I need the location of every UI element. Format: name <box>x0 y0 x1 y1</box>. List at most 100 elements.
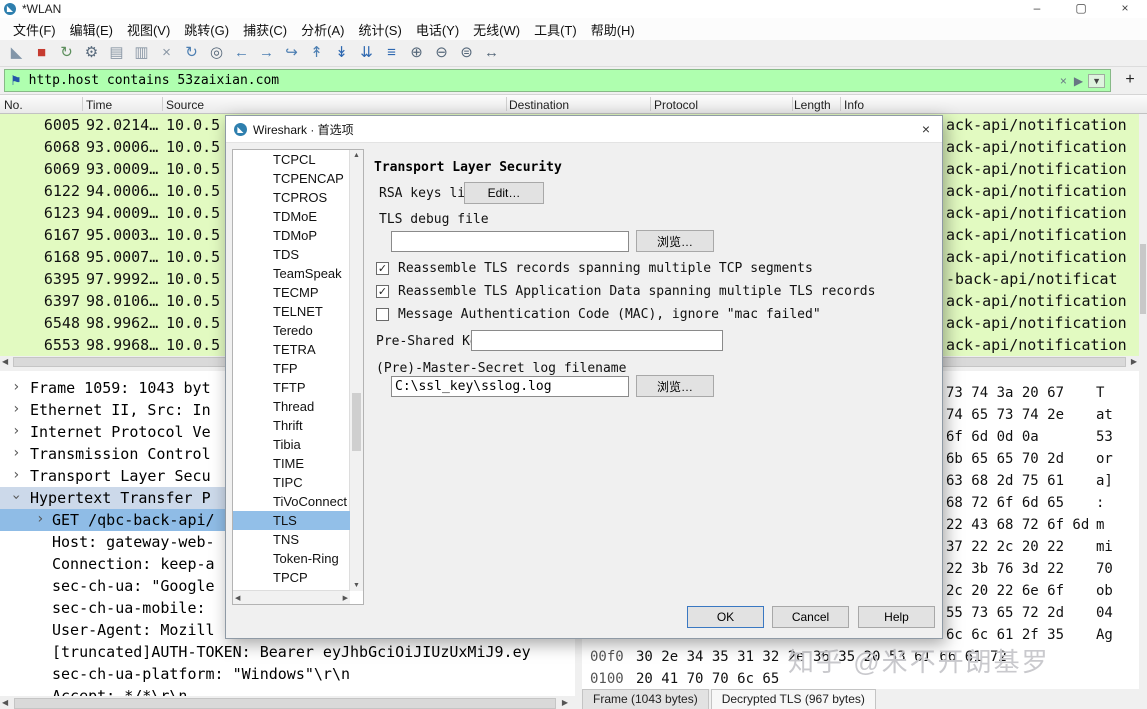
protocol-item-tdmoe[interactable]: TDMoE <box>233 207 350 226</box>
column-header-protocol[interactable]: Protocol <box>654 98 698 112</box>
help-button[interactable]: Help <box>858 606 935 628</box>
protocol-item-tipc[interactable]: TIPC <box>233 473 350 492</box>
filter-dropdown-icon[interactable]: ▼ <box>1088 73 1105 88</box>
scroll-right-icon[interactable]: ▶ <box>1131 356 1137 367</box>
expand-icon[interactable]: › <box>12 401 20 417</box>
restart-capture-icon[interactable]: ↻ <box>54 41 79 65</box>
display-filter-input[interactable]: ⚑ http.host contains 53zaixian.com × ▶ ▼ <box>4 69 1111 92</box>
protocol-item-tibia[interactable]: Tibia <box>233 435 350 454</box>
checkbox-checked[interactable]: ✓ <box>376 262 389 275</box>
close-file-icon[interactable]: × <box>154 41 179 65</box>
auto-scroll-icon[interactable]: ⇊ <box>354 41 379 65</box>
protocol-item-tpcp[interactable]: TPCP <box>233 568 350 587</box>
browse-debug-file-button[interactable]: 浏览… <box>636 230 714 252</box>
protocol-item-tcpros[interactable]: TCPROS <box>233 188 350 207</box>
cancel-button[interactable]: Cancel <box>772 606 849 628</box>
column-separator[interactable] <box>162 97 163 111</box>
dialog-close-icon[interactable]: × <box>910 121 942 137</box>
add-filter-button[interactable]: + <box>1117 70 1143 91</box>
protocol-item-thread[interactable]: Thread <box>233 397 350 416</box>
column-header-no[interactable]: No. <box>4 98 23 112</box>
expand-icon[interactable]: › <box>12 423 20 439</box>
column-header-source[interactable]: Source <box>166 98 204 112</box>
scrollbar-thumb[interactable] <box>14 698 556 709</box>
menu-item[interactable]: 分析(A) <box>294 18 351 41</box>
menu-item[interactable]: 统计(S) <box>351 18 408 41</box>
go-forward-icon[interactable]: → <box>254 41 279 65</box>
column-separator[interactable] <box>650 97 651 111</box>
save-file-icon[interactable]: ▥ <box>129 41 154 65</box>
expand-icon[interactable]: › <box>12 445 20 461</box>
column-header-length[interactable]: Length <box>794 98 831 112</box>
scrollbar-thumb[interactable] <box>352 392 361 451</box>
menu-item[interactable]: 无线(W) <box>466 18 527 41</box>
expand-icon[interactable]: › <box>36 511 44 527</box>
apply-filter-icon[interactable]: ▶ <box>1074 74 1083 88</box>
zoom-out-icon[interactable]: ⊖ <box>429 41 454 65</box>
menu-item[interactable]: 捕获(C) <box>236 18 294 41</box>
ok-button[interactable]: OK <box>687 606 764 628</box>
menu-item[interactable]: 文件(F) <box>6 18 63 41</box>
scroll-left-icon[interactable]: ◀ <box>235 594 240 602</box>
stop-capture-icon[interactable]: ■ <box>29 41 54 65</box>
edit-rsa-keys-button[interactable]: Edit… <box>464 182 544 204</box>
scroll-right-icon[interactable]: ▶ <box>343 594 348 602</box>
scroll-left-icon[interactable]: ◀ <box>2 356 8 367</box>
protocol-item-tcpcl[interactable]: TCPCL <box>233 150 350 169</box>
details-hscrollbar[interactable]: ◀ ▶ <box>0 696 570 709</box>
maximize-icon[interactable]: ▢ <box>1059 0 1103 18</box>
protocol-item-tfp[interactable]: TFP <box>233 359 350 378</box>
scroll-right-icon[interactable]: ▶ <box>562 697 568 708</box>
go-first-packet-icon[interactable]: ↟ <box>304 41 329 65</box>
protocol-list-hscrollbar[interactable]: ◀ ▶ <box>233 590 350 604</box>
minimize-icon[interactable]: – <box>1015 0 1059 18</box>
protocol-item-time[interactable]: TIME <box>233 454 350 473</box>
packet-list-vscrollbar[interactable] <box>1139 114 1147 356</box>
scroll-up-icon[interactable]: ▲ <box>353 152 360 159</box>
find-packet-icon[interactable]: ◎ <box>204 41 229 65</box>
menu-item[interactable]: 工具(T) <box>527 18 584 41</box>
protocol-item-tcpencap[interactable]: TCPENCAP <box>233 169 350 188</box>
protocol-item-tds[interactable]: TDS <box>233 245 350 264</box>
column-separator[interactable] <box>82 97 83 111</box>
browse-keylog-file-button[interactable]: 浏览… <box>636 375 714 397</box>
tls-debug-file-input[interactable] <box>391 231 629 252</box>
capture-options-icon[interactable]: ⚙ <box>79 41 104 65</box>
menu-item[interactable]: 视图(V) <box>120 18 177 41</box>
menu-item[interactable]: 编辑(E) <box>63 18 120 41</box>
column-header-destination[interactable]: Destination <box>509 98 569 112</box>
column-separator[interactable] <box>792 97 793 111</box>
collapse-icon[interactable]: › <box>8 493 24 501</box>
column-separator[interactable] <box>840 97 841 111</box>
protocol-item-tivoconnect[interactable]: TiVoConnect <box>233 492 350 511</box>
details-row[interactable]: sec-ch-ua-platform: "Windows"\r\n <box>0 663 575 685</box>
start-capture-icon[interactable]: ◣ <box>4 41 29 65</box>
protocol-list-vscrollbar[interactable]: ▲ ▼ <box>349 150 363 591</box>
expand-icon[interactable]: › <box>12 379 20 395</box>
zoom-in-icon[interactable]: ⊕ <box>404 41 429 65</box>
protocol-item-token-ring[interactable]: Token-Ring <box>233 549 350 568</box>
bytes-tab[interactable]: Decrypted TLS (967 bytes) <box>710 689 876 709</box>
protocol-item-tls[interactable]: TLS <box>233 511 350 530</box>
details-row[interactable]: [truncated]AUTH-TOKEN: Bearer eyJhbGciOi… <box>0 641 575 663</box>
go-back-icon[interactable]: ← <box>229 41 254 65</box>
clear-filter-icon[interactable]: × <box>1060 74 1067 88</box>
protocol-item-tftp[interactable]: TFTP <box>233 378 350 397</box>
protocol-item-telnet[interactable]: TELNET <box>233 302 350 321</box>
details-row[interactable]: Accept: */*\r\n <box>0 685 575 696</box>
colorize-icon[interactable]: ≡ <box>379 41 404 65</box>
protocol-item-tdmop[interactable]: TDMoP <box>233 226 350 245</box>
go-last-packet-icon[interactable]: ↡ <box>329 41 354 65</box>
open-file-icon[interactable]: ▤ <box>104 41 129 65</box>
reload-file-icon[interactable]: ↻ <box>179 41 204 65</box>
scroll-down-icon[interactable]: ▼ <box>353 582 360 589</box>
resize-columns-icon[interactable]: ↔ <box>479 41 504 65</box>
protocol-item-teamspeak[interactable]: TeamSpeak <box>233 264 350 283</box>
menu-item[interactable]: 帮助(H) <box>584 18 642 41</box>
bytes-tab[interactable]: Frame (1043 bytes) <box>582 689 709 709</box>
checkbox-checked[interactable]: ✓ <box>376 285 389 298</box>
master-secret-log-input[interactable] <box>391 376 629 397</box>
protocol-item-tetra[interactable]: TETRA <box>233 340 350 359</box>
menu-item[interactable]: 跳转(G) <box>177 18 236 41</box>
window-close-icon[interactable]: × <box>1103 0 1147 18</box>
